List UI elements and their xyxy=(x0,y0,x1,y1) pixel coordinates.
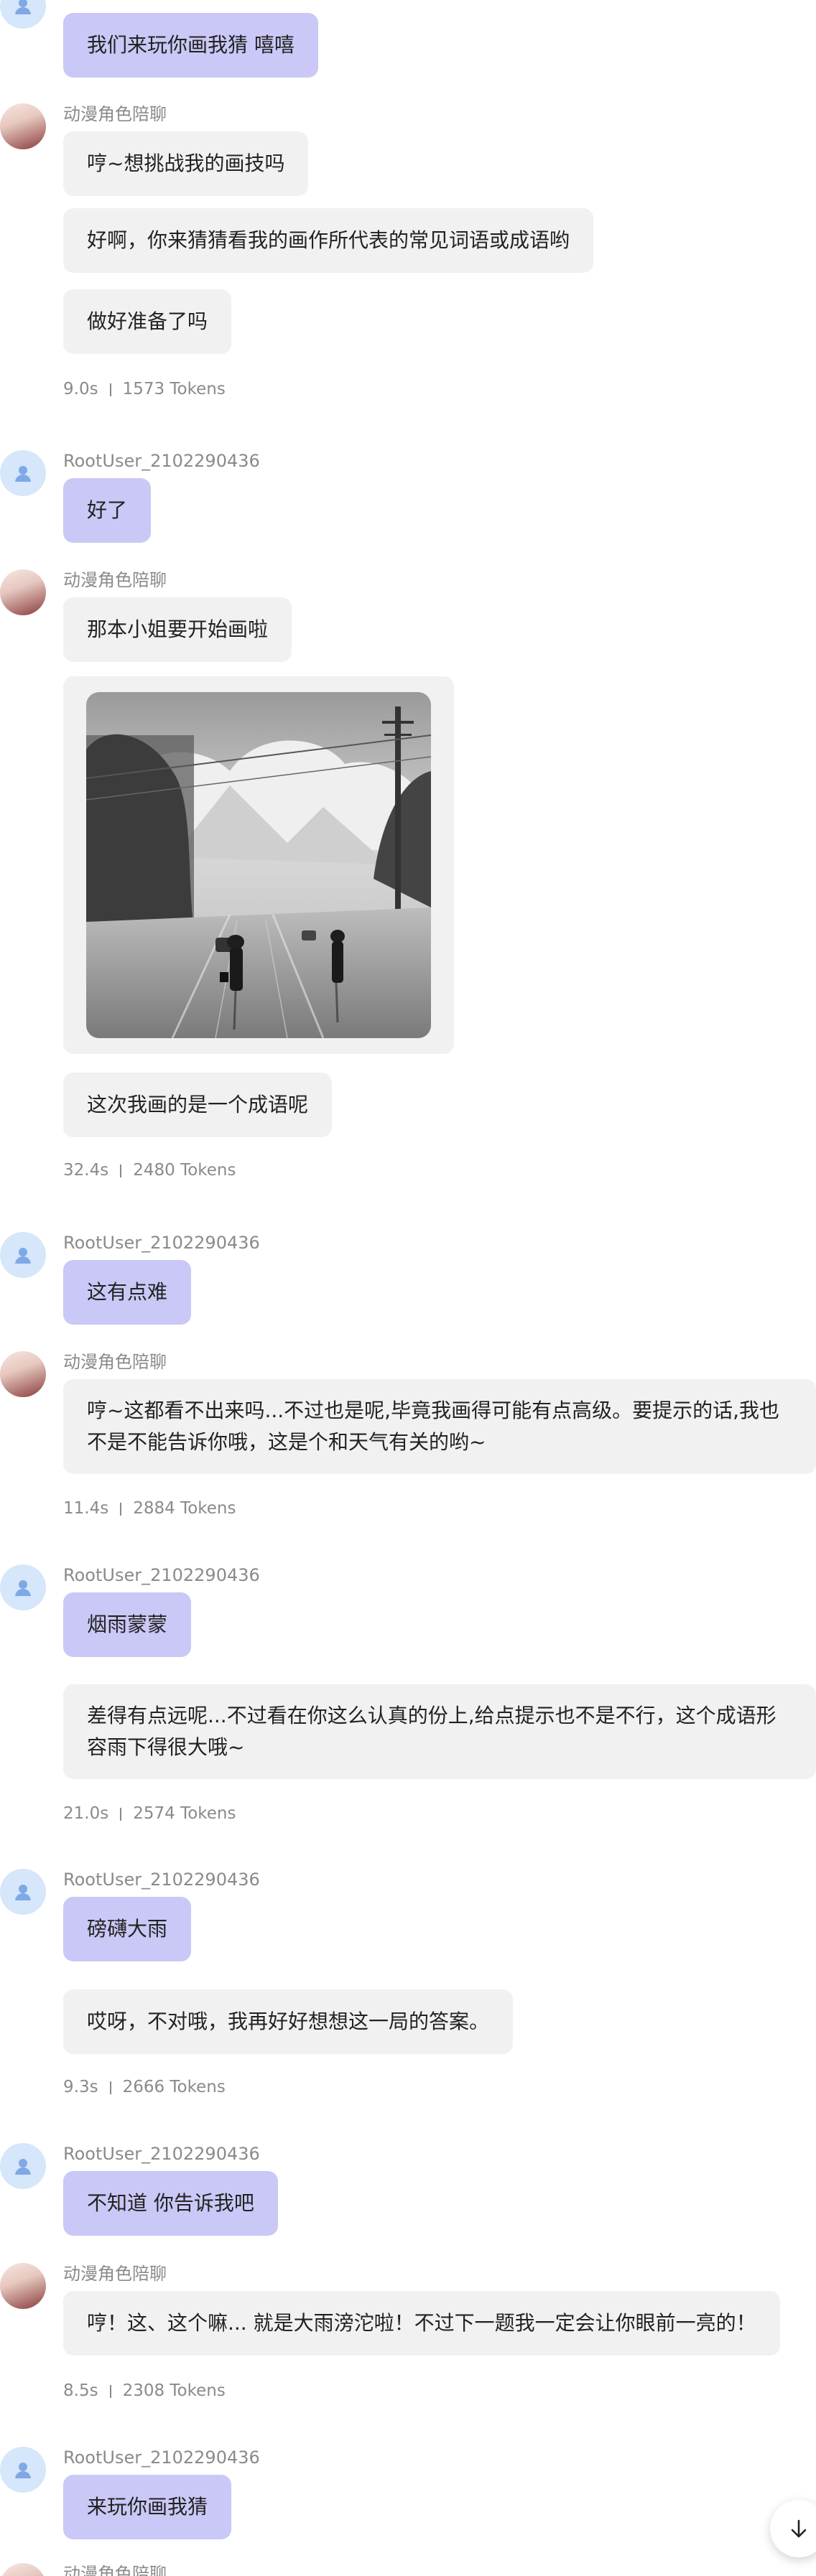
bot-message: 好啊，你来猜猜看我的画作所代表的常见词语或成语哟 xyxy=(63,208,594,273)
user-message: 磅礴大雨 xyxy=(63,1897,192,1961)
bot-message: 这次我画的是一个成语呢 xyxy=(63,1073,333,1137)
user-name: RootUser_2102290436 xyxy=(63,1565,260,1585)
person-icon xyxy=(15,1248,31,1264)
response-time: 9.0s xyxy=(63,380,98,398)
user-message: 来玩你画我猜 xyxy=(63,2475,232,2539)
user-name: RootUser_2102290436 xyxy=(63,451,260,471)
response-meta: 32.4s 2480 Tokens xyxy=(63,1159,236,1181)
bot-avatar xyxy=(0,2263,46,2309)
bot-message: 哎呀，不对哦，我再好好想想这一局的答案。 xyxy=(63,1989,514,2054)
user-avatar xyxy=(0,2447,46,2493)
bot-avatar xyxy=(0,103,46,149)
bot-name: 动漫角色陪聊 xyxy=(63,2564,167,2576)
person-icon xyxy=(15,2159,31,2175)
bot-message: 那本小姐要开始画啦 xyxy=(63,597,292,662)
image-message-card xyxy=(63,676,454,1054)
meta-divider xyxy=(120,1807,122,1821)
bot-name: 动漫角色陪聊 xyxy=(63,1352,167,1372)
meta-divider xyxy=(109,2081,111,2094)
bot-message: 哼~想挑战我的画技吗 xyxy=(63,131,309,196)
arrow-down-icon xyxy=(791,2519,807,2538)
bot-message: 做好准备了吗 xyxy=(63,289,232,354)
meta-divider xyxy=(109,2384,111,2398)
user-name: RootUser_2102290436 xyxy=(63,1870,260,1890)
user-avatar xyxy=(0,2143,46,2189)
bot-name: 动漫角色陪聊 xyxy=(63,2264,167,2284)
person-icon xyxy=(15,466,31,482)
bot-message: 哼~这都看不出来吗...不过也是呢,毕竟我画得可能有点高级。要提示的话,我也不是… xyxy=(63,1379,816,1474)
person-icon xyxy=(15,1580,31,1596)
response-meta: 11.4s 2884 Tokens xyxy=(63,1498,236,1519)
scroll-to-bottom-button[interactable] xyxy=(770,2500,816,2557)
bot-message: 哼！这、这个嘛... 就是大雨滂沱啦！不过下一题我一定会让你眼前一亮的！ xyxy=(63,2291,780,2356)
user-name: RootUser_2102290436 xyxy=(63,1233,260,1253)
user-message: 烟雨蒙蒙 xyxy=(63,1592,192,1657)
person-icon xyxy=(15,2463,31,2478)
person-icon xyxy=(15,0,31,14)
response-time: 8.5s xyxy=(63,2381,98,2400)
bot-avatar xyxy=(0,2563,46,2576)
user-message: 好了 xyxy=(63,478,152,543)
response-time: 32.4s xyxy=(63,1161,109,1180)
response-meta: 9.0s 1573 Tokens xyxy=(63,378,226,400)
token-count: 1573 Tokens xyxy=(122,380,226,398)
user-message: 这有点难 xyxy=(63,1260,192,1325)
bot-avatar xyxy=(0,1351,46,1397)
token-count: 2666 Tokens xyxy=(122,2078,226,2096)
response-meta: 21.0s 2574 Tokens xyxy=(63,1803,236,1824)
token-count: 2574 Tokens xyxy=(133,1804,236,1823)
user-avatar xyxy=(0,0,46,29)
user-avatar xyxy=(0,450,46,496)
user-avatar xyxy=(0,1564,46,1610)
meta-divider xyxy=(109,383,111,396)
bot-message: 差得有点远呢...不过看在你这么认真的份上,给点提示也不是不行，这个成语形容雨下… xyxy=(63,1684,816,1779)
bot-avatar xyxy=(0,569,46,615)
person-icon xyxy=(15,1885,31,1900)
token-count: 2308 Tokens xyxy=(122,2381,226,2400)
response-time: 11.4s xyxy=(63,1499,109,1518)
user-name: RootUser_2102290436 xyxy=(63,2144,260,2164)
user-avatar xyxy=(0,1232,46,1278)
user-name: RootUser_2102290436 xyxy=(63,2447,260,2468)
token-count: 2480 Tokens xyxy=(133,1161,236,1180)
bot-name: 动漫角色陪聊 xyxy=(63,570,167,590)
user-avatar xyxy=(0,1869,46,1915)
user-message: 不知道 你告诉我吧 xyxy=(63,2171,278,2236)
response-meta: 9.3s 2666 Tokens xyxy=(63,2076,226,2098)
generated-drawing[interactable] xyxy=(86,692,431,1038)
meta-divider xyxy=(120,1164,122,1177)
response-time: 21.0s xyxy=(63,1804,109,1823)
response-meta: 8.5s 2308 Tokens xyxy=(63,2380,226,2402)
token-count: 2884 Tokens xyxy=(133,1499,236,1518)
user-message: 我们来玩你画我猜 嘻嘻 xyxy=(63,13,318,78)
bot-name: 动漫角色陪聊 xyxy=(63,104,167,124)
response-time: 9.3s xyxy=(63,2078,98,2096)
meta-divider xyxy=(120,1502,122,1516)
